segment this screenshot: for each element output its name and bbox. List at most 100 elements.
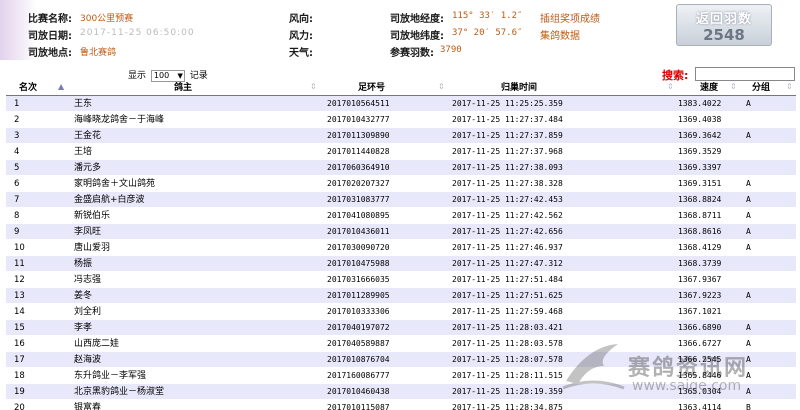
speed-cell: 1369.3151 <box>678 179 722 188</box>
ring-cell: 2017031666035 <box>327 275 390 284</box>
ring-cell: 2017011440828 <box>327 147 390 156</box>
rank-cell: 14 <box>14 307 25 317</box>
group-cell: A <box>746 99 751 108</box>
table-row[interactable]: 12 冯志强 2017031666035 2017-11-25 11:27:51.48… <box>6 272 796 288</box>
rank-cell: 11 <box>14 259 25 269</box>
header-owner[interactable]: 鸽主 <box>174 81 192 96</box>
ring-cell: 2017010564511 <box>327 99 390 108</box>
owner-cell: 唐山爱羽 <box>74 243 111 253</box>
rank-cell: 19 <box>14 387 25 397</box>
ring-cell: 2017020207327 <box>327 179 390 188</box>
ring-cell: 2017010475988 <box>327 259 390 268</box>
dropdown-arrow-icon: ▼ <box>177 71 183 80</box>
weather-label: 天气: <box>289 48 313 59</box>
table-row[interactable]: 7 金盛启航+白彦波 2017031083777 2017-11-25 11:27:4… <box>6 192 796 208</box>
dove-logo-icon <box>562 344 625 390</box>
time-cell: 2017-11-25 11:27:51.484 <box>452 275 563 284</box>
table-row[interactable]: 10 唐山爱羽 2017030090720 2017-11-25 11:27:46.9… <box>6 240 796 256</box>
ring-cell: 2017040589887 <box>327 339 390 348</box>
group-results-link[interactable]: 插组奖项成绩 <box>540 10 600 25</box>
owner-cell: 新锐伯乐 <box>74 211 111 221</box>
table-row[interactable]: 15 李孝 2017040197072 2017-11-25 11:28:03.421… <box>6 320 796 336</box>
ring-cell: 2017041080895 <box>327 211 390 220</box>
rank-cell: 6 <box>14 179 20 189</box>
header-rank[interactable]: 名次 <box>19 81 37 96</box>
header-time[interactable]: 归巢时间 <box>501 81 537 96</box>
table-row[interactable]: 1 王东 2017010564511 2017-11-25 11:25:25.359 1… <box>6 96 796 112</box>
sort-icon: ⇕ <box>730 82 737 91</box>
rank-cell: 17 <box>14 355 25 365</box>
owner-cell: 山西庞二娃 <box>74 339 120 349</box>
page-length-select[interactable]: 100 ▼ <box>150 69 185 82</box>
wind-direction-label: 风向: <box>289 14 313 25</box>
header-speed[interactable]: 速度 <box>700 81 718 96</box>
speed-cell: 1369.3642 <box>678 131 722 140</box>
table-row[interactable]: 11 杨振 2017010475988 2017-11-25 11:27:47.312… <box>6 256 796 272</box>
group-cell: A <box>746 195 751 204</box>
race-name-value: 300公里预赛 <box>80 14 134 24</box>
time-cell: 2017-11-25 11:28:19.359 <box>452 387 563 396</box>
owner-cell: 家明鸽舍＋文山鸽苑 <box>74 179 156 189</box>
rank-cell: 20 <box>14 403 25 410</box>
watermark-url: www.saige.com <box>632 378 742 394</box>
time-cell: 2017-11-25 11:27:42.656 <box>452 227 563 236</box>
speed-cell: 1367.9223 <box>678 291 722 300</box>
release-site-value: 鲁北赛鸽 <box>80 48 117 58</box>
ring-cell: 2017010115087 <box>327 403 390 410</box>
owner-cell: 冯志强 <box>74 275 102 285</box>
owner-cell: 海峰晓龙鸽舍－于海峰 <box>74 115 165 125</box>
rank-cell: 13 <box>14 291 25 301</box>
header-group[interactable]: 分组 <box>752 81 770 96</box>
returned-count-box: 返回羽数 2548 <box>676 4 772 46</box>
speed-cell: 1369.3397 <box>678 163 722 172</box>
show-suffix: 记录 <box>189 71 208 81</box>
search-input[interactable] <box>695 67 795 81</box>
table-row[interactable]: 5 潘元多 2017060364910 2017-11-25 11:27:38.093… <box>6 160 796 176</box>
rank-cell: 2 <box>14 115 20 125</box>
page-length-value: 100 <box>153 70 170 80</box>
sort-icon: ⇕ <box>438 82 445 91</box>
time-cell: 2017-11-25 11:27:42.562 <box>452 211 563 220</box>
owner-cell: 杨振 <box>74 259 93 269</box>
rank-cell: 8 <box>14 211 20 221</box>
table-row[interactable]: 13 姜冬 2017011289905 2017-11-25 11:27:51.625… <box>6 288 796 304</box>
speed-cell: 1383.4022 <box>678 99 722 108</box>
owner-cell: 东升鸽业－李军强 <box>74 371 147 381</box>
group-cell: A <box>746 323 751 332</box>
owner-cell: 王金花 <box>74 131 102 141</box>
group-cell: A <box>746 243 751 252</box>
longitude-value: 115° 33′ 1.2″ <box>452 11 523 21</box>
latitude-label: 司放地纬度: <box>390 31 444 42</box>
owner-cell: 姜冬 <box>74 291 93 301</box>
table-row[interactable]: 8 新锐伯乐 2017041080895 2017-11-25 11:27:42.56… <box>6 208 796 224</box>
rank-cell: 1 <box>14 99 20 109</box>
rank-cell: 9 <box>14 227 20 237</box>
table-row[interactable]: 3 王金花 2017011309890 2017-11-25 11:27:37.859… <box>6 128 796 144</box>
group-cell: A <box>746 291 751 300</box>
group-cell: A <box>746 179 751 188</box>
table-row[interactable]: 6 家明鸽舍＋文山鸽苑 2017020207327 2017-11-25 11:27:… <box>6 176 796 192</box>
table-row[interactable]: 4 王培 2017011440828 2017-11-25 11:27:37.968 1… <box>6 144 796 160</box>
ring-cell: 2017011309890 <box>327 131 390 140</box>
sort-icon: ⇕ <box>786 82 793 91</box>
time-cell: 2017-11-25 11:27:59.468 <box>452 307 563 316</box>
wind-force-label: 风力: <box>289 31 313 42</box>
header-ring[interactable]: 足环号 <box>358 81 385 96</box>
time-cell: 2017-11-25 11:27:46.937 <box>452 243 563 252</box>
ring-cell: 2017010436011 <box>327 227 390 236</box>
ring-cell: 2017010876704 <box>327 355 390 364</box>
group-cell: A <box>746 211 751 220</box>
time-cell: 2017-11-25 11:28:07.578 <box>452 355 563 364</box>
rank-cell: 16 <box>14 339 25 349</box>
ring-cell: 2017030090720 <box>327 243 390 252</box>
owner-cell: 李孝 <box>74 323 93 333</box>
basket-data-link[interactable]: 集鸽数据 <box>540 27 580 42</box>
table-row[interactable]: 9 李凤旺 2017010436011 2017-11-25 11:27:42.656… <box>6 224 796 240</box>
rank-cell: 4 <box>14 147 20 157</box>
time-cell: 2017-11-25 11:27:38.328 <box>452 179 563 188</box>
rank-cell: 15 <box>14 323 25 333</box>
table-row[interactable]: 2 海峰晓龙鸽舍－于海峰 2017010432777 2017-11-25 11:27… <box>6 112 796 128</box>
table-row[interactable]: 14 刘全利 2017010333306 2017-11-25 11:27:59.46… <box>6 304 796 320</box>
returned-count-value: 2548 <box>703 26 745 44</box>
owner-cell: 潘元多 <box>74 163 102 173</box>
